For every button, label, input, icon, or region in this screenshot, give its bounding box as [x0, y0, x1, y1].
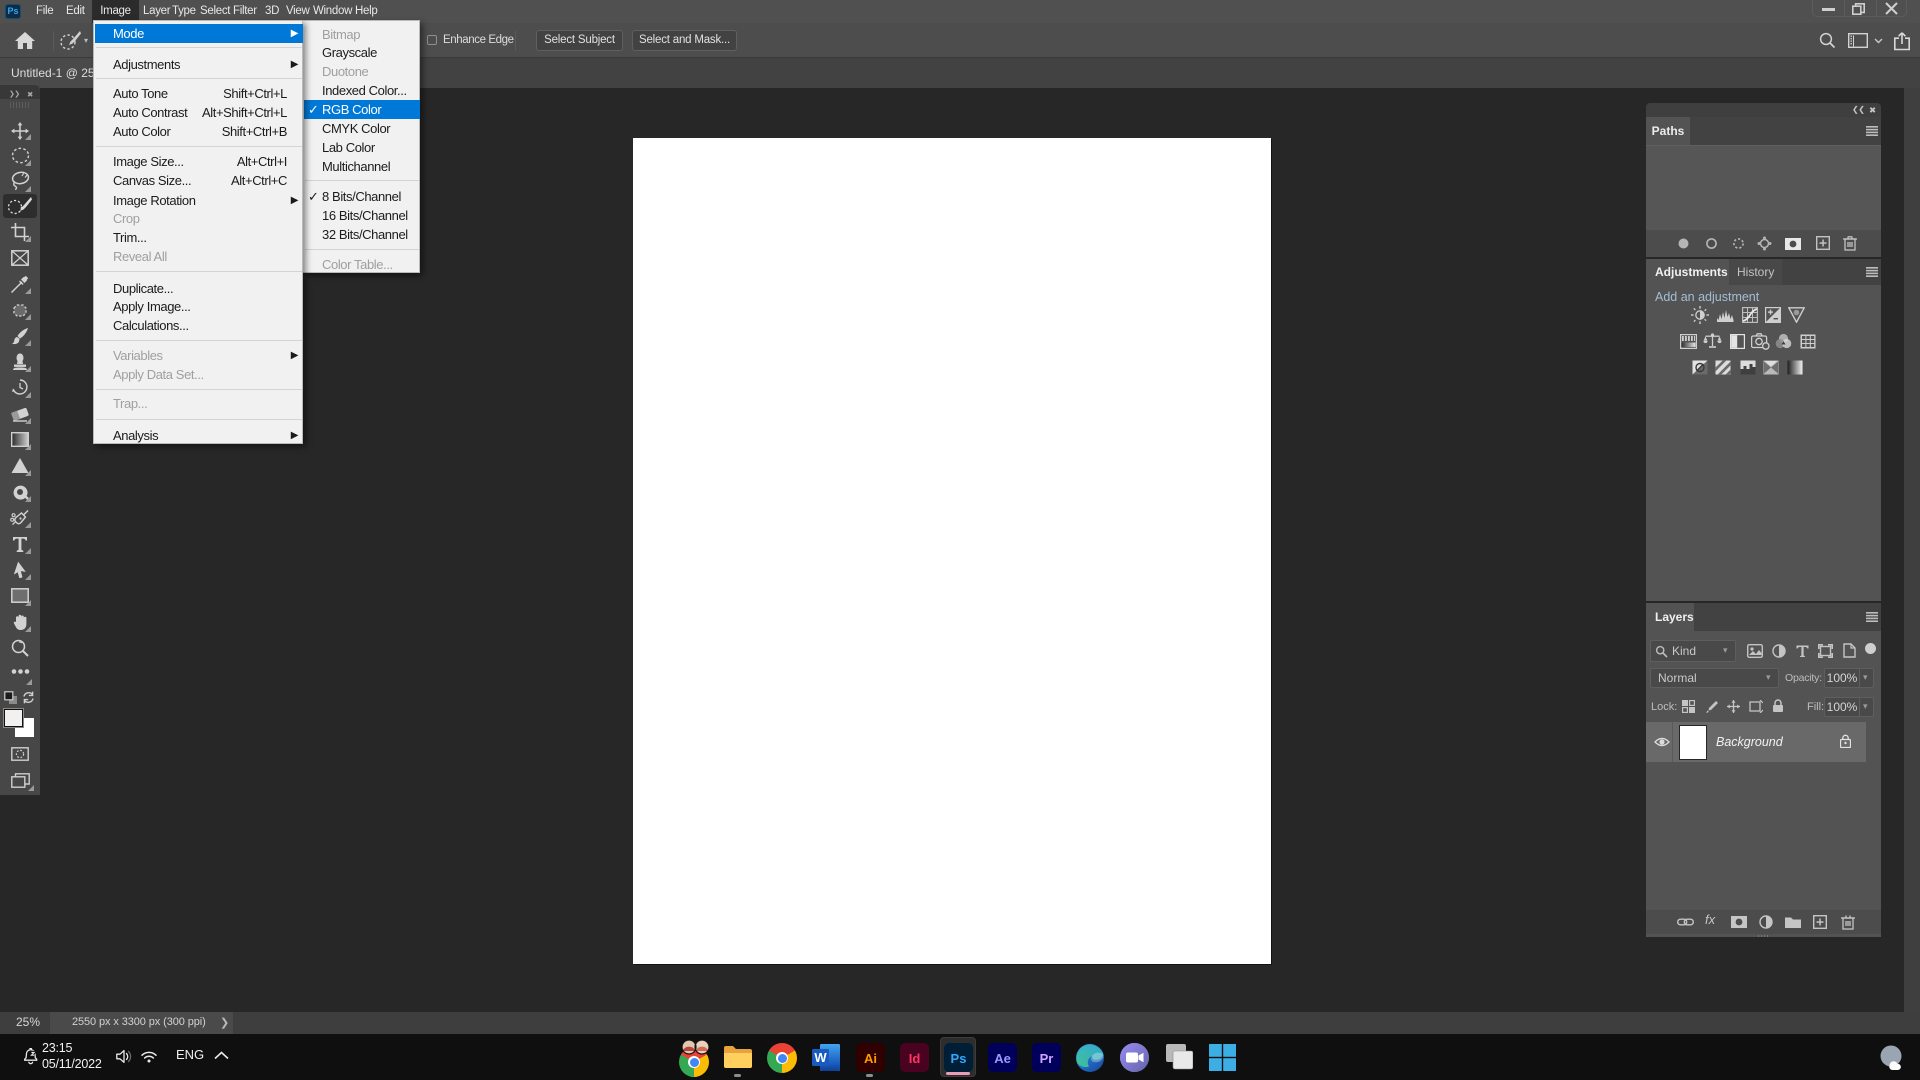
svg-text:W: W — [814, 1050, 827, 1065]
svg-text:Id: Id — [909, 1051, 921, 1066]
svg-text:Pr: Pr — [1040, 1051, 1054, 1066]
svg-text:Ai: Ai — [864, 1051, 877, 1066]
svg-text:Ps: Ps — [951, 1051, 967, 1066]
svg-text:Ae: Ae — [994, 1051, 1011, 1066]
